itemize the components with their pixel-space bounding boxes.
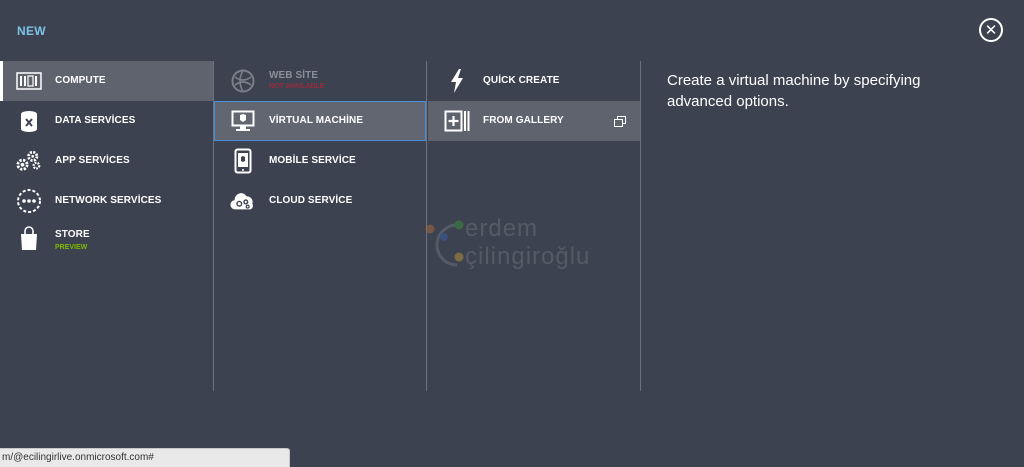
preview-badge: PREVIEW — [55, 244, 88, 251]
open-window-icon[interactable] — [614, 115, 626, 127]
option-description: Create a virtual machine by specifying a… — [667, 72, 921, 110]
gears-icon — [16, 149, 42, 173]
option-label: FROM GALLERY — [483, 115, 564, 126]
category-compute[interactable]: COMPUTE — [0, 61, 213, 101]
cloud-icon — [230, 189, 256, 213]
vm-options-list: QUİCK CREATE FROM GALLERY — [428, 61, 640, 141]
option-quick-create[interactable]: QUİCK CREATE — [428, 61, 640, 101]
category-label: COMPUTE — [55, 75, 106, 86]
compute-item-label: WEB SİTE — [269, 70, 319, 81]
close-icon: ✕ — [984, 21, 998, 39]
category-label: STORE — [55, 229, 90, 240]
category-label: DATA SERVİCES — [55, 115, 136, 126]
close-button[interactable]: ✕ — [979, 18, 1003, 42]
category-network-services[interactable]: NETWORK SERVİCES — [0, 181, 213, 221]
mobile-icon — [230, 148, 256, 174]
watermark: erdem çilingiroğlu — [425, 215, 625, 275]
column-divider — [640, 61, 641, 391]
compute-item-label: MOBİLE SERVİCE — [269, 155, 356, 166]
new-title: NEW — [17, 24, 46, 38]
compute-list: WEB SİTE NOT AVAILABLE VİRTUAL MACHİNE M… — [214, 61, 426, 221]
not-available-badge: NOT AVAILABLE — [269, 83, 325, 90]
compute-item-label: CLOUD SERVİCE — [269, 195, 353, 206]
compute-item-cloud-service[interactable]: CLOUD SERVİCE — [214, 181, 426, 221]
category-store[interactable]: STORE PREVIEW — [0, 221, 213, 269]
watermark-text-1: erdem — [465, 215, 539, 242]
category-label: NETWORK SERVİCES — [55, 195, 162, 206]
lightning-icon — [444, 69, 470, 93]
monitor-icon — [230, 109, 256, 133]
data-services-icon — [16, 109, 42, 133]
watermark-text-2: çilingiroğlu — [465, 243, 591, 270]
network-icon — [16, 189, 42, 213]
browser-status-bar: m/@ecilingirlive.onmicrosoft.com# — [0, 448, 290, 467]
compute-item-web-site: WEB SİTE NOT AVAILABLE — [214, 61, 426, 101]
compute-item-virtual-machine[interactable]: VİRTUAL MACHİNE — [214, 101, 426, 141]
compute-icon — [16, 69, 42, 93]
category-label: APP SERVİCES — [55, 155, 130, 166]
globe-icon — [230, 69, 256, 93]
category-list: COMPUTE DATA SERVİCES APP SERVİCES NETWO… — [0, 61, 213, 269]
shopping-bag-icon — [16, 226, 42, 251]
compute-item-mobile-service[interactable]: MOBİLE SERVİCE — [214, 141, 426, 181]
category-data-services[interactable]: DATA SERVİCES — [0, 101, 213, 141]
option-label: QUİCK CREATE — [483, 75, 560, 86]
category-app-services[interactable]: APP SERVİCES — [0, 141, 213, 181]
option-from-gallery[interactable]: FROM GALLERY — [428, 101, 640, 141]
gallery-icon — [444, 109, 470, 133]
compute-item-label: VİRTUAL MACHİNE — [269, 115, 364, 126]
